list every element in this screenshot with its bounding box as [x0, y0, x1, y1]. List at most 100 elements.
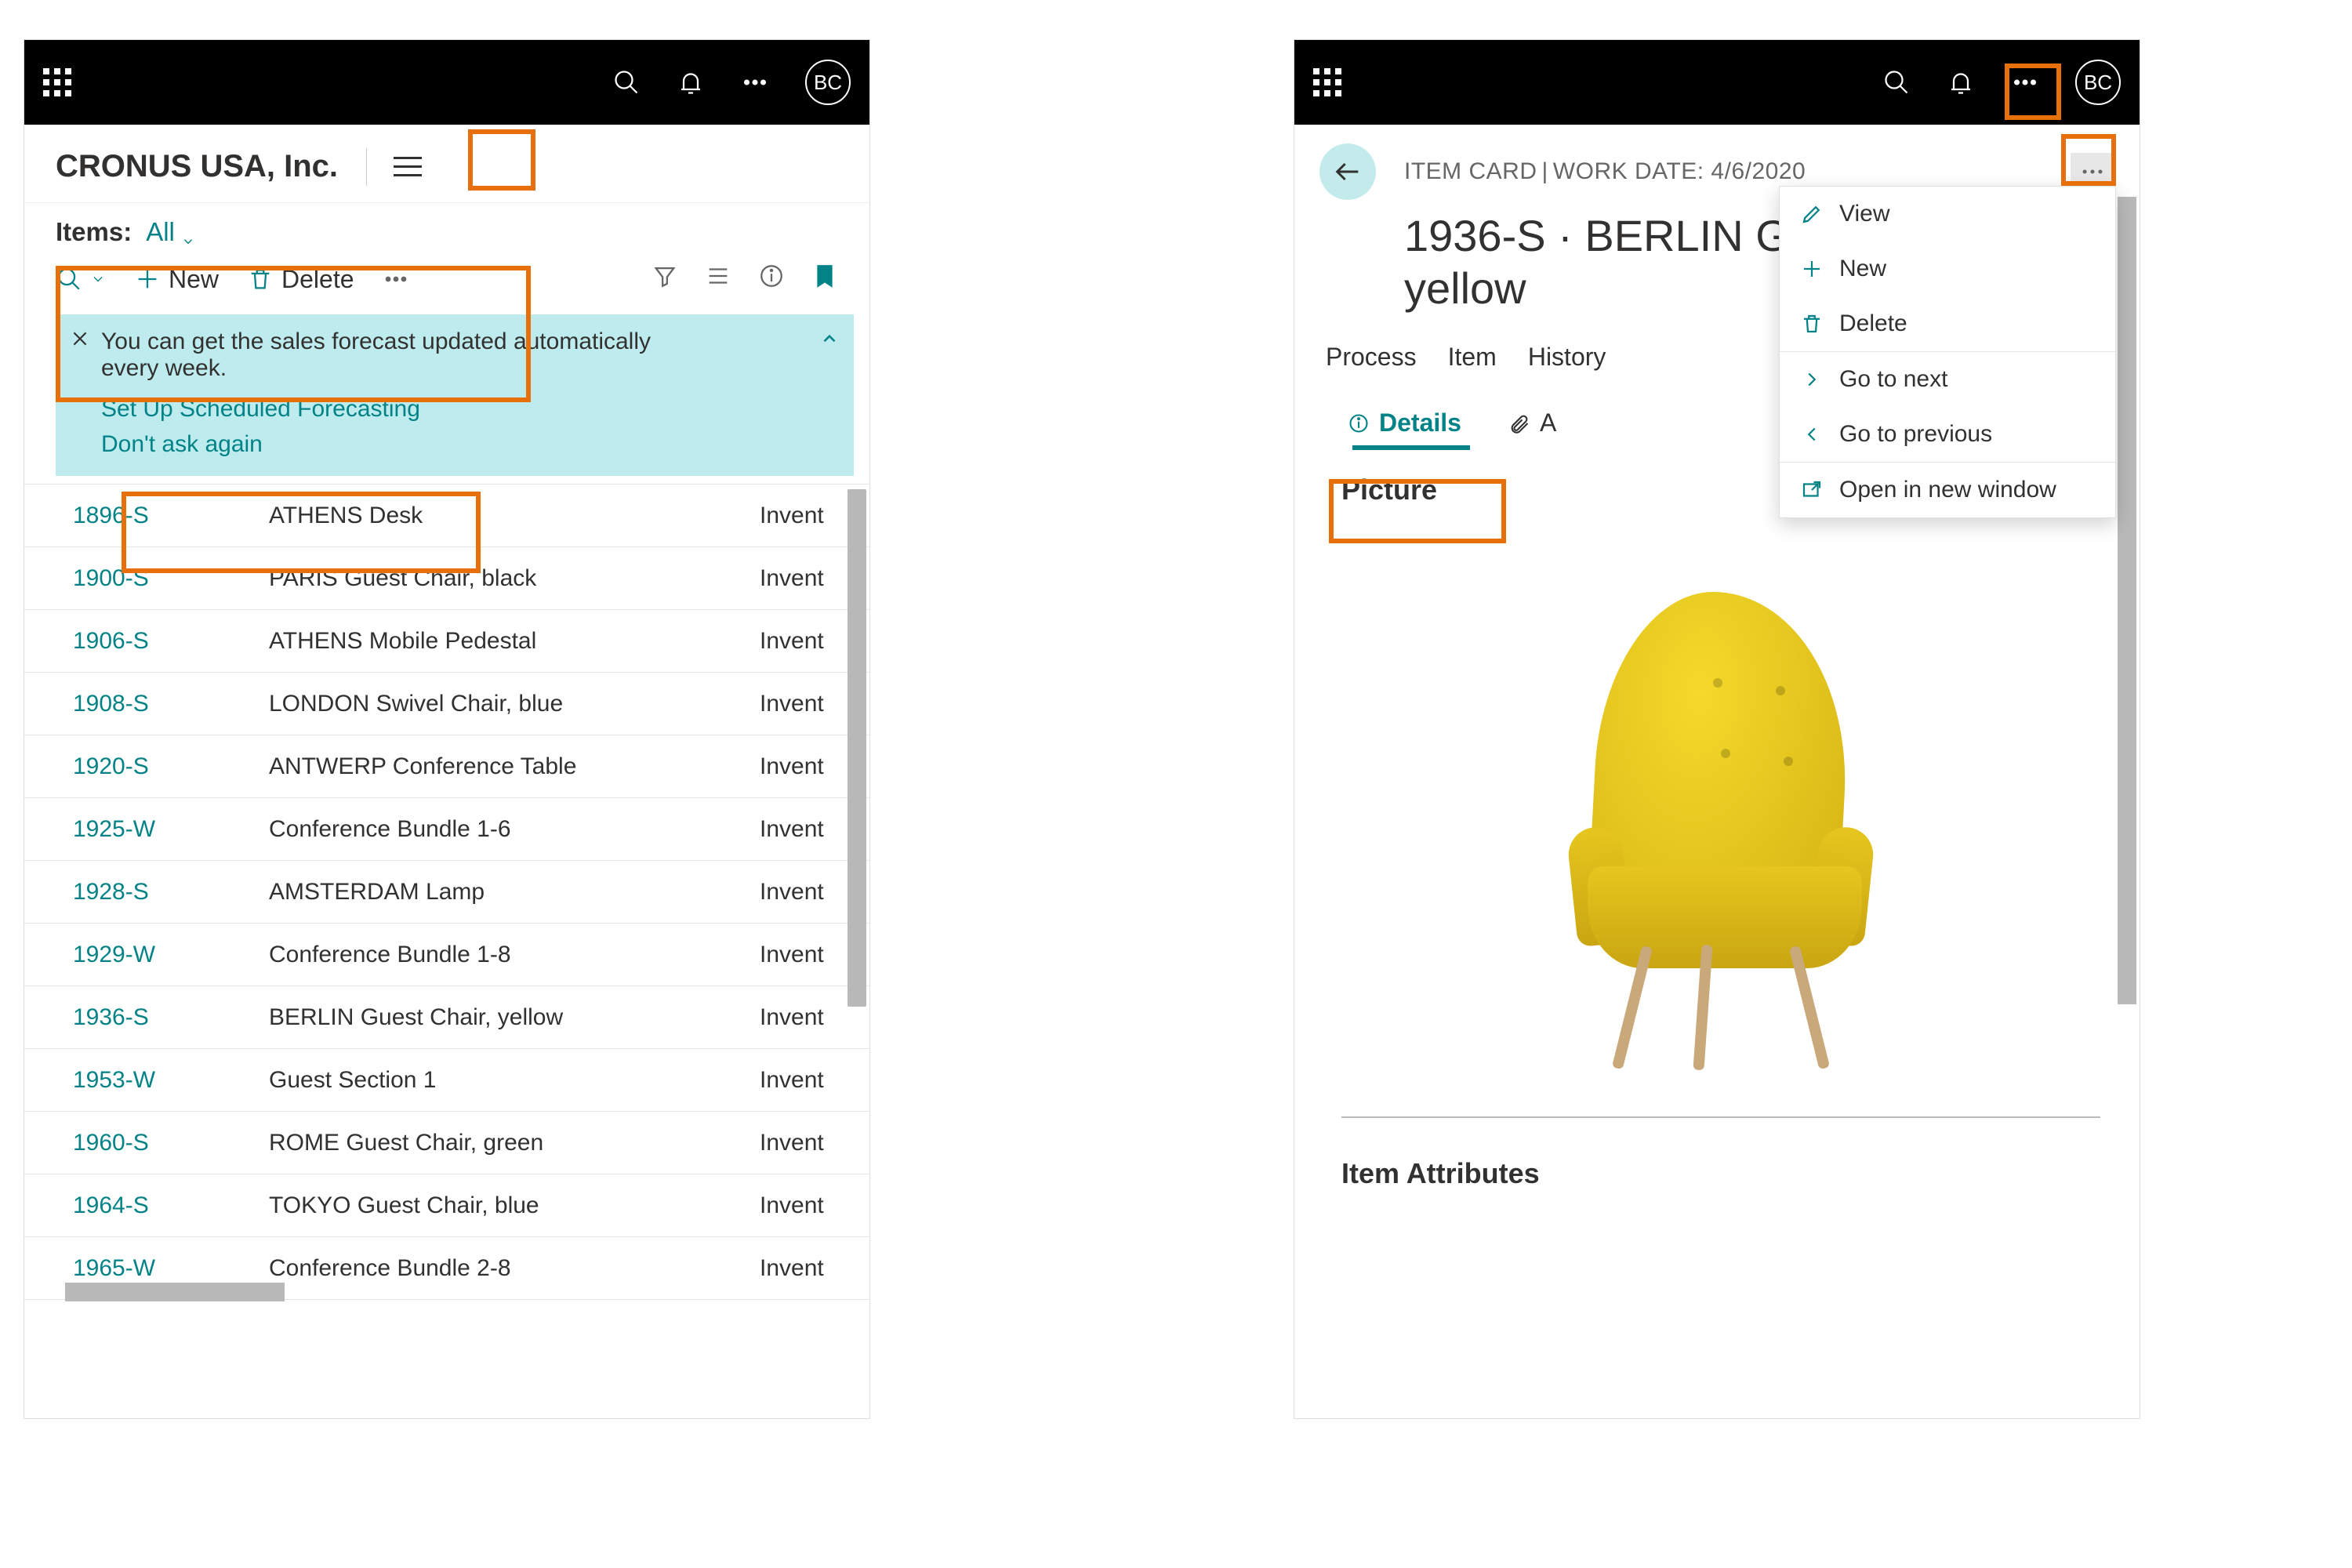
- items-filter-dropdown[interactable]: All: [146, 217, 195, 247]
- item-desc: LONDON Swivel Chair, blue: [269, 691, 760, 717]
- items-label: Items:: [56, 217, 132, 247]
- item-desc: Conference Bundle 2-8: [269, 1255, 760, 1282]
- item-desc: PARIS Guest Chair, black: [269, 565, 760, 592]
- card-breadcrumb: ITEM CARD|WORK DATE: 4/6/2020: [1404, 158, 1806, 185]
- user-avatar[interactable]: BC: [2075, 60, 2121, 105]
- menu-new[interactable]: New: [1780, 241, 2115, 296]
- banner-text: You can get the sales forecast updated a…: [101, 328, 697, 382]
- item-no[interactable]: 1906-S: [73, 628, 269, 655]
- table-row[interactable]: 1920-SANTWERP Conference TableInvent: [24, 735, 869, 798]
- list-view-icon[interactable]: [705, 263, 731, 296]
- filter-icon[interactable]: [652, 263, 678, 296]
- item-desc: ROME Guest Chair, green: [269, 1130, 760, 1156]
- item-no[interactable]: 1908-S: [73, 691, 269, 717]
- app-launcher-icon[interactable]: [1313, 68, 1341, 96]
- item-no[interactable]: 1953-W: [73, 1067, 269, 1094]
- item-desc: ATHENS Desk: [269, 503, 760, 529]
- menu-open-window[interactable]: Open in new window: [1780, 463, 2115, 517]
- item-no[interactable]: 1965-W: [73, 1255, 269, 1282]
- table-row[interactable]: 1908-SLONDON Swivel Chair, blueInvent: [24, 673, 869, 735]
- card-actions-menu: View New Delete Go to next Go to previou…: [1779, 186, 2116, 518]
- item-desc: ATHENS Mobile Pedestal: [269, 628, 760, 655]
- item-desc: Conference Bundle 1-8: [269, 942, 760, 968]
- menu-go-previous[interactable]: Go to previous: [1780, 407, 2115, 462]
- vertical-scrollbar[interactable]: [2118, 197, 2136, 1004]
- close-icon[interactable]: [70, 328, 90, 355]
- table-row[interactable]: 1925-WConference Bundle 1-6Invent: [24, 798, 869, 861]
- menu-view[interactable]: View: [1780, 187, 2115, 241]
- table-row[interactable]: 1896-SATHENS DeskInvent: [24, 485, 869, 547]
- list-filter-row: Items: All: [24, 203, 869, 253]
- delete-button[interactable]: Delete: [247, 265, 354, 294]
- system-topbar: BC: [24, 40, 869, 125]
- table-row[interactable]: 1906-SATHENS Mobile PedestalInvent: [24, 610, 869, 673]
- company-name: CRONUS USA, Inc.: [56, 149, 338, 184]
- item-desc: AMSTERDAM Lamp: [269, 879, 760, 906]
- divider: [366, 148, 367, 186]
- item-no[interactable]: 1929-W: [73, 942, 269, 968]
- item-no[interactable]: 1936-S: [73, 1004, 269, 1031]
- mobile-item-card: BC ITEM CARD|WORK DATE: 4/6/2020 1936-S …: [1294, 39, 2140, 1419]
- table-row[interactable]: 1964-STOKYO Guest Chair, blueInvent: [24, 1174, 869, 1237]
- item-inventory: Invent: [760, 1067, 869, 1094]
- back-button[interactable]: [1319, 143, 1376, 200]
- card-more-button[interactable]: [2071, 153, 2114, 191]
- item-no[interactable]: 1960-S: [73, 1130, 269, 1156]
- chair-image: [1541, 568, 1901, 1070]
- tab-process[interactable]: Process: [1326, 343, 1417, 372]
- search-dropdown[interactable]: [56, 266, 106, 292]
- item-picture: [1341, 522, 2100, 1118]
- item-no[interactable]: 1928-S: [73, 879, 269, 906]
- tab-item[interactable]: Item: [1448, 343, 1497, 372]
- more-icon[interactable]: [2011, 68, 2039, 96]
- table-row[interactable]: 1928-SAMSTERDAM LampInvent: [24, 861, 869, 924]
- tab-history[interactable]: History: [1528, 343, 1606, 372]
- list-toolbar: New Delete: [24, 253, 869, 314]
- system-topbar: BC: [1294, 40, 2140, 125]
- menu-delete[interactable]: Delete: [1780, 296, 2115, 351]
- collapse-icon[interactable]: [819, 328, 840, 355]
- item-desc: BERLIN Guest Chair, yellow: [269, 1004, 760, 1031]
- item-inventory: Invent: [760, 1004, 869, 1031]
- item-no[interactable]: 1920-S: [73, 753, 269, 780]
- forecast-banner: You can get the sales forecast updated a…: [56, 314, 854, 476]
- item-no[interactable]: 1964-S: [73, 1192, 269, 1219]
- subtab-details[interactable]: Details: [1335, 401, 1474, 445]
- mobile-items-list: BC CRONUS USA, Inc. Items: All New: [24, 39, 870, 1419]
- section-attributes-title: Item Attributes: [1294, 1134, 2140, 1198]
- info-icon[interactable]: [758, 263, 785, 296]
- items-table: 1896-SATHENS DeskInvent1900-SPARIS Guest…: [24, 484, 869, 1300]
- subtab-attachments[interactable]: A: [1496, 401, 1569, 445]
- search-icon[interactable]: [1882, 68, 1911, 96]
- item-desc: TOKYO Guest Chair, blue: [269, 1192, 760, 1219]
- search-icon[interactable]: [612, 68, 641, 96]
- banner-links: Set Up Scheduled Forecasting Don't ask a…: [101, 391, 835, 462]
- menu-go-next[interactable]: Go to next: [1780, 352, 2115, 407]
- banner-link-setup[interactable]: Set Up Scheduled Forecasting: [101, 391, 835, 426]
- more-actions-button[interactable]: [383, 266, 409, 292]
- item-no[interactable]: 1900-S: [73, 565, 269, 592]
- table-row[interactable]: 1960-SROME Guest Chair, greenInvent: [24, 1112, 869, 1174]
- banner-link-dismiss[interactable]: Don't ask again: [101, 426, 835, 462]
- table-row[interactable]: 1953-WGuest Section 1Invent: [24, 1049, 869, 1112]
- item-inventory: Invent: [760, 1130, 869, 1156]
- app-launcher-icon[interactable]: [43, 68, 71, 96]
- notifications-icon[interactable]: [677, 68, 705, 96]
- table-row[interactable]: 1936-SBERLIN Guest Chair, yellowInvent: [24, 986, 869, 1049]
- table-row[interactable]: 1929-WConference Bundle 1-8Invent: [24, 924, 869, 986]
- chevron-down-icon: [181, 225, 195, 239]
- table-row[interactable]: 1900-SPARIS Guest Chair, blackInvent: [24, 547, 869, 610]
- menu-button[interactable]: [387, 147, 428, 187]
- item-desc: Conference Bundle 1-6: [269, 816, 760, 843]
- bookmark-icon[interactable]: [811, 263, 838, 296]
- more-icon[interactable]: [741, 68, 769, 96]
- item-no[interactable]: 1925-W: [73, 816, 269, 843]
- horizontal-scrollbar[interactable]: [65, 1283, 285, 1301]
- new-button[interactable]: New: [134, 265, 219, 294]
- item-inventory: Invent: [760, 1192, 869, 1219]
- user-avatar[interactable]: BC: [805, 60, 851, 105]
- item-no[interactable]: 1896-S: [73, 503, 269, 529]
- vertical-scrollbar[interactable]: [848, 489, 866, 1007]
- notifications-icon[interactable]: [1947, 68, 1975, 96]
- item-desc: ANTWERP Conference Table: [269, 753, 760, 780]
